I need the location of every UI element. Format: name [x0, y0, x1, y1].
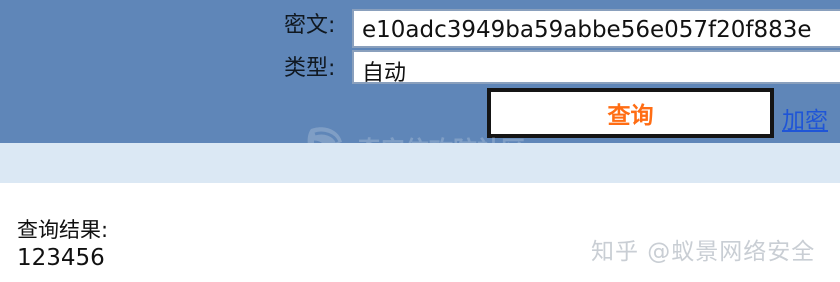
query-panel: 密文: 类型: 自动 查询 加密 奇安信攻防社区	[0, 0, 840, 164]
type-label: 类型:	[284, 56, 336, 81]
encrypt-link[interactable]: 加密	[782, 101, 828, 135]
status-band	[0, 143, 840, 183]
credit-watermark: 知乎 @蚁景网络安全	[591, 239, 816, 265]
type-select[interactable]: 自动	[352, 50, 840, 86]
query-button[interactable]: 查询	[487, 88, 774, 138]
result-panel: 查询结果: 123456 知乎 @蚁景网络安全	[0, 183, 840, 282]
result-value: 123456	[17, 245, 105, 271]
cipher-label: 密文:	[284, 13, 336, 38]
md5-lookup-page: 密文: 类型: 自动 查询 加密 奇安信攻防社区 查询结果: 123456 知乎…	[0, 0, 840, 282]
cipher-input[interactable]	[352, 9, 840, 48]
result-label: 查询结果:	[17, 218, 109, 242]
